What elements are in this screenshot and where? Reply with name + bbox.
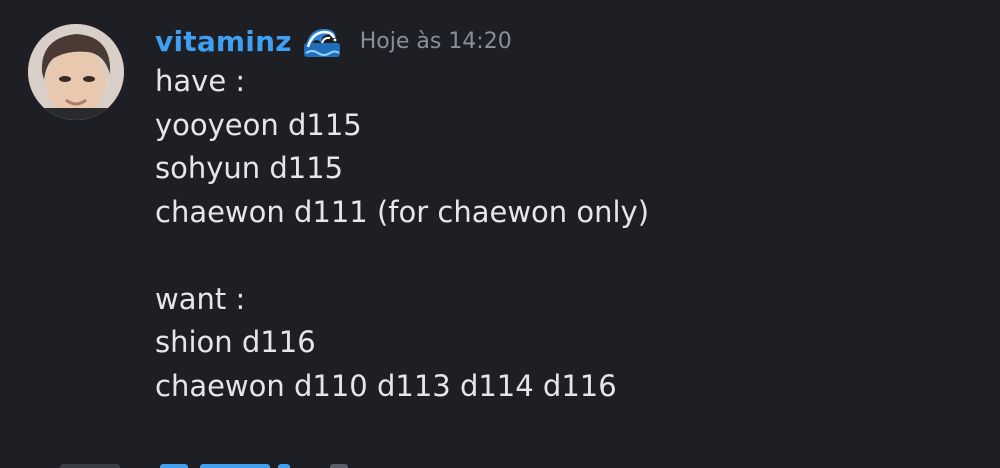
message-line: yooyeon d115 bbox=[155, 107, 362, 142]
author-username[interactable]: vitaminz bbox=[155, 25, 292, 58]
message-timestamp[interactable]: Hoje às 14:20 bbox=[360, 29, 512, 54]
message-header: vitaminz Hoje às 14:20 bbox=[155, 19, 512, 63]
chat-message: vitaminz Hoje às 14:20 have : yooyeon d1… bbox=[0, 0, 1000, 468]
message-content: have : yooyeon d115 sohyun d115 chaewon … bbox=[155, 60, 975, 408]
avatar-image bbox=[28, 24, 124, 120]
next-timestamp-peek bbox=[330, 464, 348, 468]
wave-emoji-icon bbox=[302, 21, 342, 61]
next-username-peek bbox=[200, 464, 270, 468]
message-line: chaewon d110 d113 d114 d116 bbox=[155, 368, 617, 403]
next-avatar-peek bbox=[60, 464, 120, 468]
message-line: want : bbox=[155, 281, 246, 316]
next-username-peek bbox=[160, 464, 188, 468]
next-username-peek bbox=[278, 464, 290, 468]
message-line: shion d116 bbox=[155, 325, 316, 359]
user-avatar[interactable] bbox=[28, 24, 124, 120]
next-message-peek bbox=[0, 460, 1000, 468]
message-line: chaewon d111 (for chaewon only) bbox=[155, 194, 650, 229]
message-line: sohyun d115 bbox=[155, 151, 344, 185]
message-line: have : bbox=[155, 64, 246, 98]
